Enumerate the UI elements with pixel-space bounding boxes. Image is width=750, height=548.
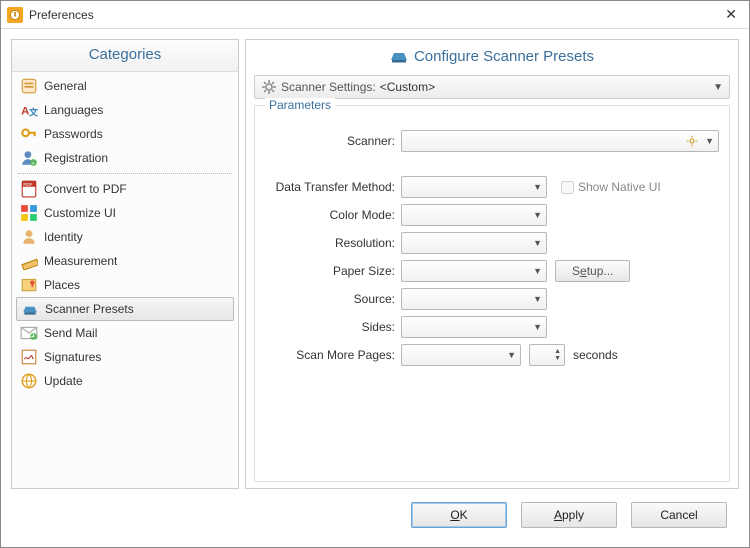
dtm-label: Data Transfer Method: — [265, 180, 401, 194]
signatures-icon — [20, 348, 38, 366]
show-native-ui-input[interactable] — [561, 181, 574, 194]
scanner-header-icon — [390, 50, 408, 64]
scan-more-pages-label: Scan More Pages: — [265, 348, 401, 362]
sidebar-item-passwords[interactable]: Passwords — [16, 122, 234, 146]
sidebar-item-general[interactable]: General — [16, 74, 234, 98]
resolution-dropdown[interactable]: ▼ — [401, 232, 547, 254]
sides-dropdown[interactable]: ▼ — [401, 316, 547, 338]
sidebar-item-update[interactable]: Update — [16, 369, 234, 393]
titlebar: Preferences ✕ — [1, 1, 749, 29]
sidebar-item-measurement[interactable]: Measurement — [16, 249, 234, 273]
sidebar-item-languages[interactable]: A文 Languages — [16, 98, 234, 122]
scanner-settings-dropdown[interactable]: Scanner Settings: <Custom> ▼ — [254, 75, 730, 99]
scanner-dropdown[interactable]: ▼ — [401, 130, 719, 152]
ruler-icon — [20, 252, 38, 270]
seconds-spinner[interactable]: ▲▼ — [529, 344, 565, 366]
chevron-down-icon: ▼ — [705, 136, 714, 146]
places-icon — [20, 276, 38, 294]
categories-list: General A文 Languages Passwords + Registr… — [12, 72, 238, 488]
paper-size-dropdown[interactable]: ▼ — [401, 260, 547, 282]
chevron-down-icon: ▼ — [707, 82, 723, 93]
resolution-label: Resolution: — [265, 236, 401, 250]
sidebar-item-convert-to-pdf[interactable]: PDF Convert to PDF — [16, 177, 234, 201]
globe-icon — [20, 372, 38, 390]
source-label: Source: — [265, 292, 401, 306]
pdf-icon: PDF — [20, 180, 38, 198]
svg-text:文: 文 — [28, 107, 38, 118]
sidebar-item-send-mail[interactable]: Send Mail — [16, 321, 234, 345]
main-header: Configure Scanner Presets — [254, 46, 730, 75]
paper-size-label: Paper Size: — [265, 264, 401, 278]
window-title: Preferences — [29, 8, 719, 22]
svg-text:+: + — [31, 161, 34, 167]
sides-label: Sides: — [265, 320, 401, 334]
data-transfer-method-dropdown[interactable]: ▼ — [401, 176, 547, 198]
client-area: Categories General A文 Languages Password… — [1, 29, 749, 547]
registration-icon: + — [20, 149, 38, 167]
source-dropdown[interactable]: ▼ — [401, 288, 547, 310]
key-icon — [20, 125, 38, 143]
sidebar-item-scanner-presets[interactable]: Scanner Presets — [16, 297, 234, 321]
scanner-label: Scanner: — [265, 134, 401, 148]
mail-icon — [20, 324, 38, 342]
sidebar-item-signatures[interactable]: Signatures — [16, 345, 234, 369]
footer: OK Apply Cancel — [11, 489, 739, 537]
parameters-title: Parameters — [265, 98, 335, 112]
customize-icon — [20, 204, 38, 222]
color-mode-label: Color Mode: — [265, 208, 401, 222]
general-icon — [20, 77, 38, 95]
color-mode-dropdown[interactable]: ▼ — [401, 204, 547, 226]
app-icon — [7, 7, 23, 23]
parameters-group: Parameters Scanner: ▼ Data T — [254, 105, 730, 482]
sidebar-item-registration[interactable]: + Registration — [16, 146, 234, 170]
cancel-button[interactable]: Cancel — [631, 502, 727, 528]
gear-icon — [261, 79, 277, 95]
ok-button[interactable]: OK — [411, 502, 507, 528]
svg-text:PDF: PDF — [23, 182, 32, 187]
setup-button[interactable]: Setup... — [555, 260, 630, 282]
sidebar-item-customize-ui[interactable]: Customize UI — [16, 201, 234, 225]
scanner-icon — [21, 300, 39, 318]
category-separator — [18, 173, 232, 174]
categories-panel: Categories General A文 Languages Password… — [11, 39, 239, 489]
scanner-settings-value: <Custom> — [380, 80, 707, 94]
languages-icon: A文 — [20, 101, 38, 119]
show-native-ui-checkbox[interactable]: Show Native UI — [557, 178, 661, 197]
identity-icon — [20, 228, 38, 246]
sidebar-item-identity[interactable]: Identity — [16, 225, 234, 249]
close-icon[interactable]: ✕ — [719, 6, 743, 23]
scanner-settings-label: Scanner Settings: — [281, 80, 376, 94]
gear-small-icon — [685, 134, 699, 148]
categories-header: Categories — [12, 40, 238, 72]
main-panel: Configure Scanner Presets Scanner Settin… — [245, 39, 739, 489]
apply-button[interactable]: Apply — [521, 502, 617, 528]
seconds-unit: seconds — [573, 348, 618, 362]
scan-more-pages-dropdown[interactable]: ▼ — [401, 344, 521, 366]
sidebar-item-places[interactable]: Places — [16, 273, 234, 297]
